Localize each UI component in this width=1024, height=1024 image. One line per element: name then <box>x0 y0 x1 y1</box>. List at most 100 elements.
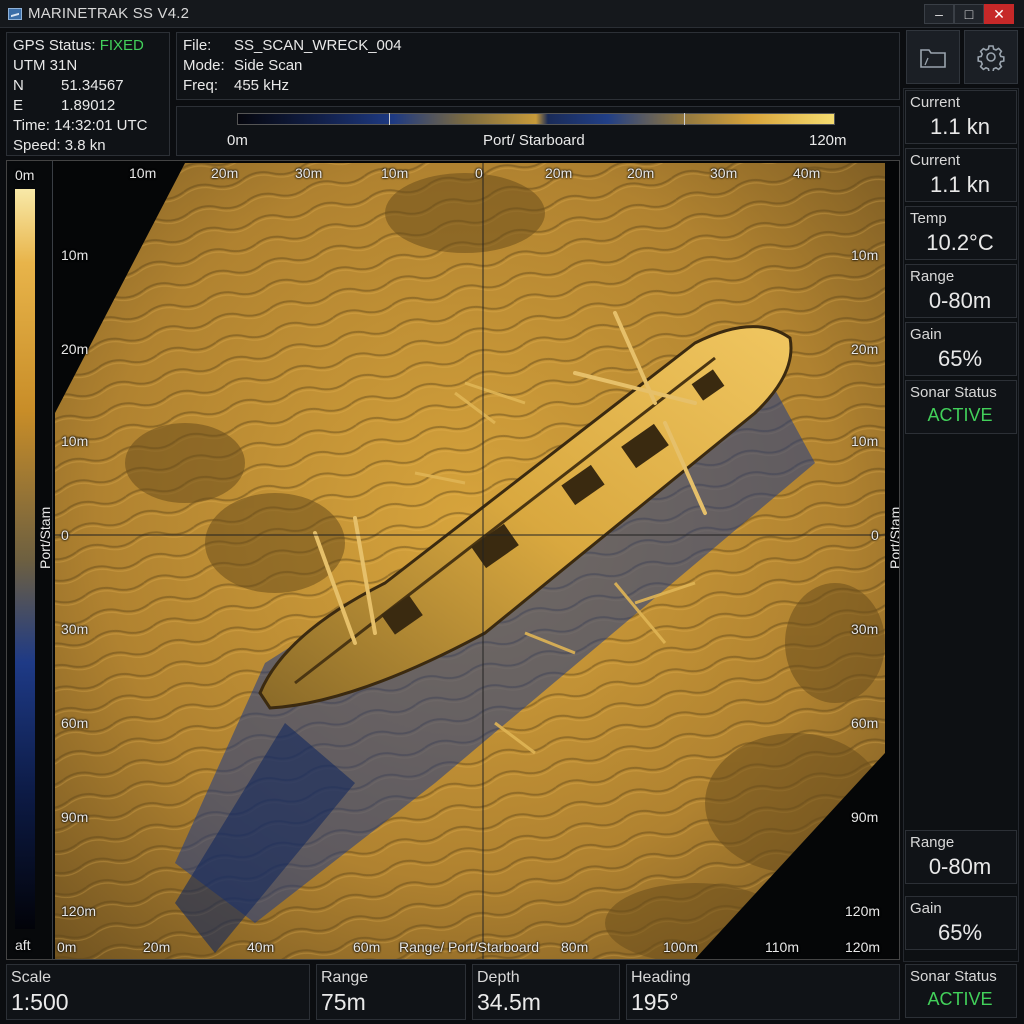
open-folder-button[interactable] <box>906 30 960 84</box>
current-card: Current 1.1 kn <box>905 90 1017 144</box>
gps-status-label: GPS Status: <box>13 37 96 54</box>
sonar-status-label: Sonar Status <box>910 968 997 985</box>
maximize-button[interactable]: □ <box>954 4 984 24</box>
side-label-right: Port/Stam <box>887 506 900 569</box>
range-label: Range <box>910 834 955 851</box>
sonar-status-card: Sonar Status ACTIVE <box>905 380 1017 434</box>
current-value: 1.1 kn <box>930 172 990 197</box>
right-axis-label: 90m <box>851 809 879 825</box>
settings-button[interactable] <box>964 30 1018 84</box>
range-card: Range 0-80m <box>905 264 1017 318</box>
gps-e-label: E <box>13 97 24 114</box>
right-axis-label: 10m <box>851 247 879 263</box>
top-axis-label: 20m <box>627 165 655 181</box>
current-label: Current <box>910 152 961 169</box>
top-axis-label: 40m <box>793 165 821 181</box>
gps-n-label: N <box>13 77 24 94</box>
depth-colorbar <box>15 189 35 929</box>
colorbar-max: 120m <box>809 132 847 149</box>
colorbar-center-label: Port/ Starboard <box>483 132 585 149</box>
gps-e-value: 1.89012 <box>61 97 116 114</box>
mode-label: Mode: <box>183 57 225 74</box>
temp-label: Temp <box>910 210 947 227</box>
colorbar-tick <box>684 113 685 125</box>
top-axis-label: 20m <box>211 165 239 181</box>
top-axis-label: 10m <box>381 165 409 181</box>
current-card: Current 1.1 kn <box>905 148 1017 202</box>
left-axis-label: 60m <box>61 715 89 731</box>
range-stat-value: 75m <box>321 989 366 1015</box>
range-value: 0-80m <box>928 288 992 313</box>
right-axis-label: 60m <box>851 715 879 731</box>
gps-status-value: FIXED <box>99 37 144 54</box>
range-label: Range <box>910 268 955 285</box>
wreck-sonar-image <box>55 163 885 959</box>
file-info-panel: File: SS_SCAN_WRECK_004 Mode: Side Scan Fr… <box>176 32 900 100</box>
left-axis-label: 90m <box>61 809 89 825</box>
heading-stat-label: Heading <box>631 969 691 986</box>
range-card: Range 0-80m <box>905 830 1017 884</box>
gain-card: Gain 65% <box>905 896 1017 950</box>
bottom-axis-label: 100m <box>663 939 699 955</box>
scale-stat-value: 1:500 <box>11 989 69 1015</box>
scale-stat: Scale 1:500 <box>6 964 310 1020</box>
sonar-status-card: Sonar Status ACTIVE <box>905 964 1017 1018</box>
top-axis-label: 0 <box>475 165 483 181</box>
depth-scale-bottom: aft <box>15 937 31 953</box>
left-axis-label: 20m <box>61 341 89 357</box>
gps-easting: E 1.89012 <box>13 96 169 116</box>
right-axis-label: 10m <box>851 433 879 449</box>
gear-icon <box>977 45 1005 71</box>
heading-stat-value: 195° <box>631 989 679 1015</box>
bottom-axis-label: 110m <box>765 939 799 955</box>
file-label: File: <box>183 37 212 54</box>
sonar-status-label: Sonar Status <box>910 384 997 401</box>
range-stat-label: Range <box>321 969 369 986</box>
gps-zone: UTM 31N <box>13 57 78 74</box>
colorbar-panel: 0m Port/ Starboard 120m <box>176 106 900 156</box>
heading-stat: Heading 195° <box>626 964 900 1020</box>
temp-value: 10.2°C <box>926 230 994 255</box>
depth-stat-label: Depth <box>477 969 520 986</box>
left-axis-label: 30m <box>61 621 89 637</box>
colorbar <box>237 113 835 125</box>
minimize-button[interactable]: – <box>924 4 954 24</box>
gain-label: Gain <box>910 900 942 917</box>
depth-stat: Depth 34.5m <box>472 964 620 1020</box>
range-value: 0-80m <box>928 854 992 879</box>
bottom-axis-label: 0m <box>57 939 77 955</box>
right-axis-label: 30m <box>851 621 879 637</box>
gain-value: 65% <box>937 346 983 371</box>
top-axis-label: 30m <box>295 165 323 181</box>
mode-value: Side Scan <box>234 57 303 74</box>
sonar-status-value: ACTIVE <box>927 989 993 1009</box>
top-axis-label: 10m <box>129 165 157 181</box>
gps-speed: Speed: 3.8 kn <box>13 137 106 154</box>
depth-scale: 0m aft Port/Stam <box>7 161 53 959</box>
top-axis-label: 20m <box>545 165 573 181</box>
close-button[interactable]: ✕ <box>984 4 1014 24</box>
left-axis-label: 120m <box>61 903 97 919</box>
range-stat: Range 75m <box>316 964 466 1020</box>
left-axis-label: 10m <box>61 247 89 263</box>
top-axis-label: 30m <box>710 165 738 181</box>
left-axis-label: 10m <box>61 433 89 449</box>
sonar-view[interactable]: 0m aft Port/Stam Port/Stam 10m 20m 30m 1… <box>6 160 900 960</box>
colorbar-min: 0m <box>227 132 248 149</box>
title-bar: MARINETRAK SS V4.2 – □ ✕ <box>0 0 1024 28</box>
scale-stat-label: Scale <box>11 969 52 986</box>
sonar-image[interactable] <box>55 163 885 959</box>
gain-value: 65% <box>937 920 983 945</box>
window-title: MARINETRAK SS V4.2 <box>28 5 190 22</box>
side-label-left: Port/Stam <box>37 506 53 569</box>
left-axis-label: 0 <box>61 527 69 543</box>
depth-stat-value: 34.5m <box>477 989 541 1015</box>
gps-status-row: GPS Status: FIXED <box>13 36 169 56</box>
depth-scale-top: 0m <box>15 167 35 183</box>
freq-label: Freq: <box>183 77 219 94</box>
bottom-axis-label: 20m <box>143 939 171 955</box>
right-axis-label: 20m <box>851 341 879 357</box>
bottom-axis-label: 80m <box>561 939 589 955</box>
gain-label: Gain <box>910 326 942 343</box>
bottom-axis-label: 120m <box>845 939 881 955</box>
